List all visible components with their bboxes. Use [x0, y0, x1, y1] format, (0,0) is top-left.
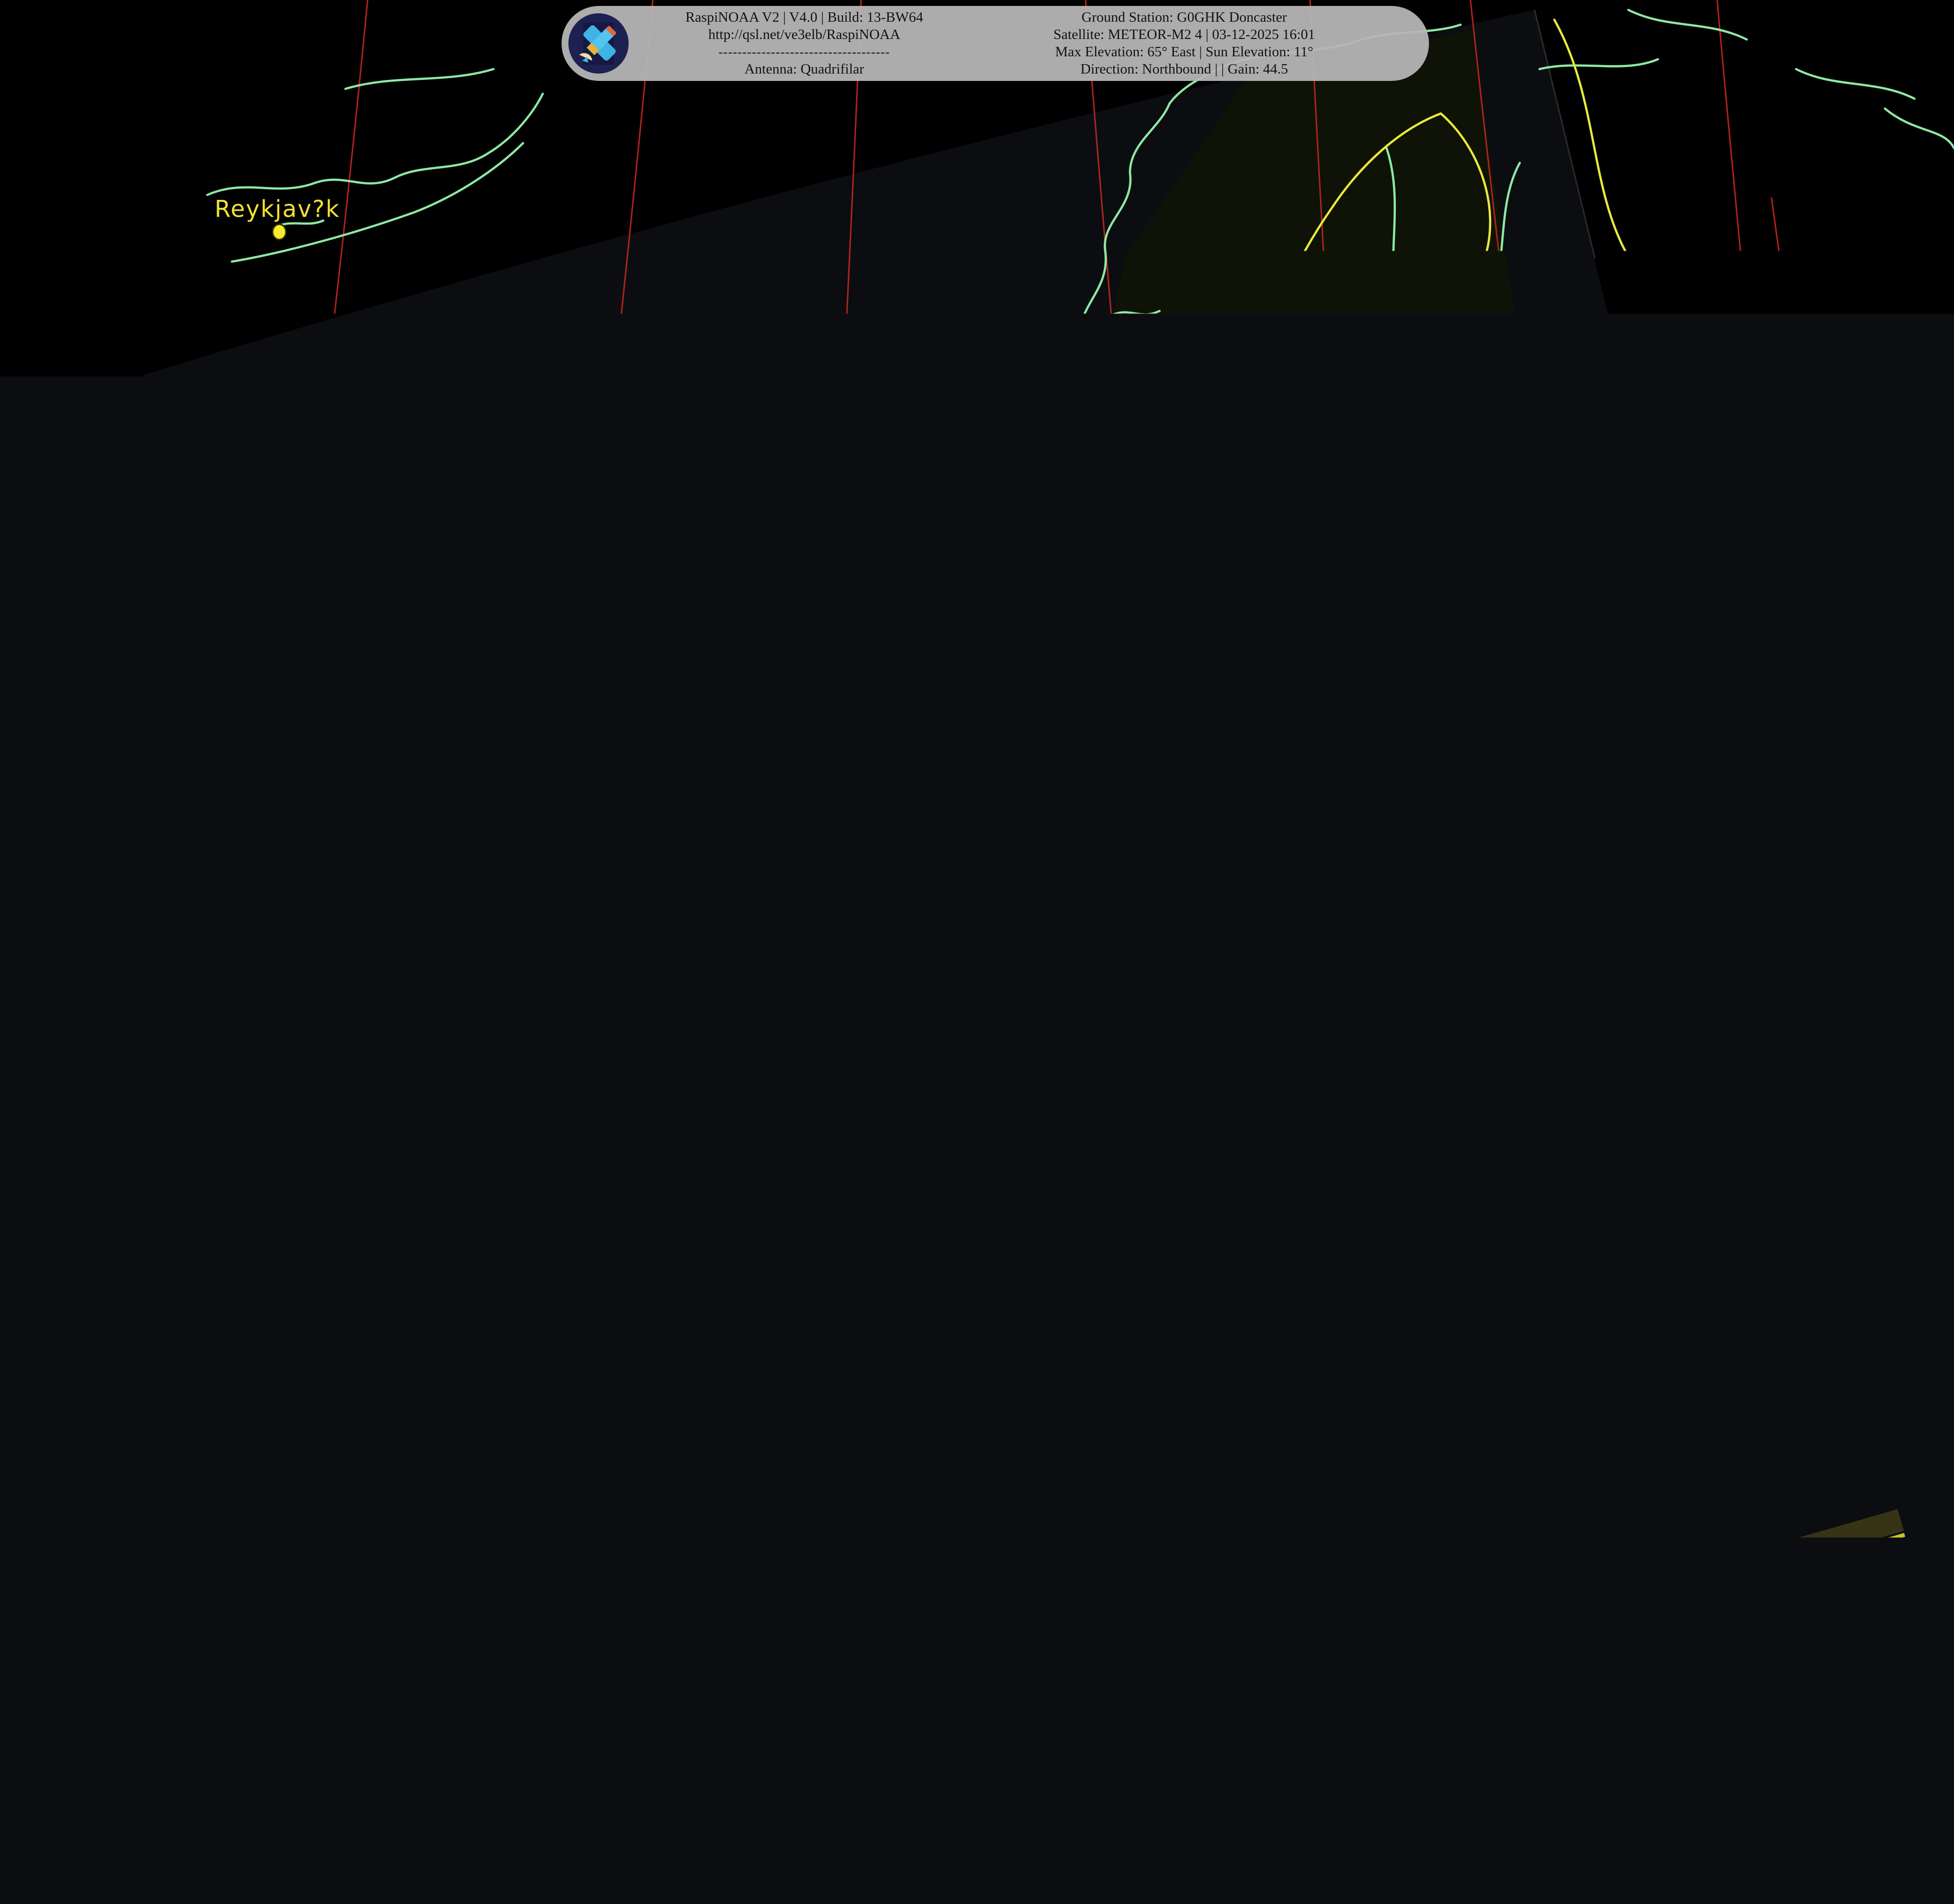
- city-dot: [1390, 611, 1405, 628]
- city-label: Belgrade: [1581, 1451, 1693, 1479]
- city-dot: [1640, 1606, 1654, 1623]
- city-label: Stockholm: [1331, 580, 1462, 608]
- city-label: Bern: [1070, 1380, 1128, 1408]
- city-dot: [272, 224, 287, 240]
- ground-station-info: Ground Station: G0GHK Doncaster: [967, 9, 1401, 26]
- separator-dashes: ------------------------------------: [641, 43, 967, 61]
- city-label: Athens: [1857, 1792, 1943, 1819]
- city-label: Ljubljana: [1367, 1401, 1480, 1428]
- city-dot: [1455, 1297, 1469, 1314]
- city-dot: [1157, 610, 1171, 627]
- city-label: Bratislava: [1433, 1266, 1559, 1293]
- city-dot: [1029, 1257, 1044, 1274]
- city-dot: [961, 1264, 976, 1281]
- city-label: Monaco: [1033, 1572, 1129, 1599]
- city-dot: [1632, 711, 1647, 728]
- city-dot: [1621, 1486, 1636, 1503]
- satellite-image-stage: RaspiNOAA V2 | V4.0 | Build: 13-BW64 htt…: [0, 0, 1954, 1904]
- city-label: Buchare: [1841, 1407, 1944, 1434]
- city-label: Sarajevo: [1527, 1503, 1636, 1530]
- city-label: Sofia: [1791, 1525, 1853, 1553]
- city-dot: [1278, 1064, 1292, 1080]
- city-label: Budapest: [1524, 1295, 1642, 1322]
- city-dot: [874, 1308, 889, 1325]
- header-left-block: RaspiNOAA V2 | V4.0 | Build: 13-BW64 htt…: [641, 9, 967, 78]
- city-label: Paris: [853, 1280, 913, 1307]
- city-label: Podgorica: [1582, 1581, 1705, 1608]
- city-dot: [1574, 1327, 1589, 1344]
- app-url: http://qsl.net/ve3elb/RaspiNOAA: [641, 26, 967, 43]
- city-label: Dublin: [536, 957, 617, 984]
- city-label: London: [752, 1150, 842, 1178]
- satellite-icon: [568, 13, 629, 74]
- raspinoaa-logo: [568, 13, 629, 74]
- city-dot: [1579, 509, 1594, 526]
- city-dot: [592, 1799, 607, 1816]
- city-label: Skopje: [1708, 1586, 1791, 1613]
- city-dot: [1583, 1532, 1598, 1549]
- city-label: Prague: [1297, 1176, 1384, 1203]
- city-label: Luxembourg: [959, 1230, 1114, 1257]
- city-label: San Marino: [1201, 1568, 1341, 1595]
- city-label: Lisbon: [285, 1822, 366, 1849]
- city-label: Rome: [1278, 1671, 1348, 1698]
- app-title: RaspiNOAA V2 | V4.0 | Build: 13-BW64: [641, 9, 967, 26]
- city-label: Tallinn: [1553, 535, 1633, 563]
- satellite-map: [0, 0, 1954, 1904]
- elevation-info: Max Elevation: 65° East | Sun Elevation:…: [967, 43, 1401, 61]
- city-dot: [1743, 1612, 1758, 1629]
- city-dot: [1329, 1211, 1344, 1227]
- city-dot: [982, 1103, 997, 1120]
- city-label: Zagreb: [1433, 1429, 1522, 1456]
- header-right-block: Ground Station: G0GHK Doncaster Satellit…: [967, 9, 1401, 78]
- city-label: Vilnius: [1660, 798, 1743, 825]
- header-info-bar: RaspiNOAA V2 | V4.0 | Build: 13-BW64 htt…: [562, 6, 1429, 81]
- city-label: K?benhavn: [1184, 822, 1321, 849]
- city-label: Chi: [1910, 1206, 1951, 1233]
- city-label: Madrid: [544, 1763, 630, 1790]
- city-dot: [1246, 847, 1261, 864]
- city-label: Oslo: [1137, 579, 1192, 606]
- direction-gain-info: Direction: Northbound | | Gain: 44.5: [967, 61, 1401, 78]
- city-label: Andorra: [790, 1653, 889, 1680]
- city-dot: [1694, 828, 1709, 844]
- city-dot: [1487, 1296, 1502, 1313]
- city-label: Tirana: [1644, 1642, 1723, 1670]
- city-dot: [1101, 1599, 1116, 1616]
- city-label: Vaduz: [1149, 1364, 1224, 1391]
- satellite-info: Satellite: METEOR-M2 4 | 03-12-2025 16:0…: [967, 26, 1401, 43]
- city-dot: [569, 983, 584, 999]
- city-label: Warsaw: [1519, 991, 1615, 1018]
- city-label: Amsterdam: [917, 1068, 1060, 1096]
- city-dot: [1588, 571, 1603, 588]
- city-dot: [1677, 1667, 1691, 1684]
- city-dot: [1557, 1026, 1572, 1043]
- city-label: Riga: [1601, 677, 1656, 704]
- city-label: Reykjav?k: [215, 196, 340, 223]
- city-label: Berlin: [1253, 1028, 1326, 1055]
- antenna-info: Antenna: Quadrifilar: [641, 61, 967, 78]
- city-label: Minsk: [1757, 824, 1829, 851]
- city-dot: [1398, 1429, 1413, 1446]
- city-label: Pristina: [1680, 1549, 1774, 1576]
- city-label: K: [1939, 969, 1954, 996]
- city-dot: [1261, 1596, 1276, 1612]
- ground-station-marker: +: [758, 969, 797, 1024]
- city-label: Helsinki: [1537, 478, 1636, 505]
- city-dot: [788, 1186, 803, 1203]
- city-dot: [1786, 852, 1801, 869]
